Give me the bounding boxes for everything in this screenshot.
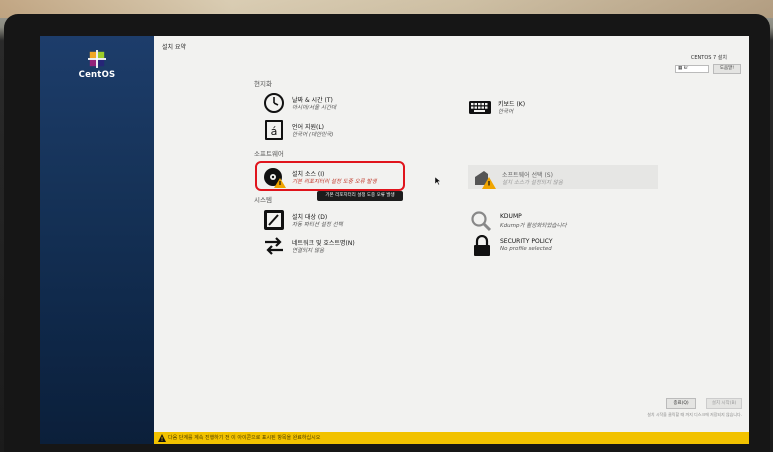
begin-installation-button[interactable]: 설치 시작(B)	[706, 398, 742, 409]
spoke-software-selection[interactable]: 소프트웨어 선택 (S) 설치 소스가 설정되지 않음	[472, 167, 652, 189]
warning-icon	[158, 434, 166, 442]
keyboard-layout-label: kr	[683, 66, 689, 71]
spoke-keyboard-status: 한국어	[498, 109, 514, 115]
lock-icon	[474, 235, 490, 256]
main-panel: 설치 요약 CENTOS 7 설치 ▦ kr 도움말! 현지화 날짜 & 시간 …	[154, 36, 749, 444]
sidebar: CentOS	[40, 36, 154, 444]
network-arrows-icon	[265, 237, 283, 255]
keyboard-icon	[469, 101, 491, 114]
spoke-kdump-title: KDUMP	[500, 213, 522, 220]
clock-icon	[264, 93, 284, 113]
centos-logo-text: CentOS	[78, 70, 116, 80]
product-title: CENTOS 7 설치	[690, 55, 727, 61]
spoke-installation-destination-status: 자동 파티션 설정 선택	[292, 222, 343, 228]
quit-button[interactable]: 종료(Q)	[666, 398, 696, 409]
spoke-datetime-status: 아시아/서울 시간대	[292, 105, 337, 111]
section-localization: 현지화	[254, 80, 272, 88]
help-button[interactable]: 도움말!	[713, 64, 741, 74]
warning-bar: 다음 단계를 계속 진행하기 전 이 아이콘으로 표시된 항목을 완료하십시오	[154, 432, 749, 444]
section-system: 시스템	[254, 196, 272, 204]
spoke-software-selection-status: 설치 소스가 설정되지 않음	[502, 180, 563, 186]
keyboard-layout-indicator[interactable]: ▦ kr	[675, 65, 709, 73]
spoke-security-policy[interactable]: SECURITY POLICY No profile selected	[470, 235, 650, 257]
spoke-language[interactable]: á 언어 지원(L) 한국어 (대한민국)	[262, 119, 442, 141]
section-software: 소프트웨어	[254, 150, 284, 158]
spoke-kdump-status: Kdump가 활성화되었습니다	[500, 223, 567, 229]
spoke-datetime[interactable]: 날짜 & 시간 (T) 아시아/서울 시간대	[262, 92, 442, 114]
spoke-network-hostname[interactable]: 네트워크 및 호스트명(N) 연결되지 않음	[262, 235, 462, 257]
keyboard-indicator-icon: ▦	[678, 66, 683, 71]
centos-logo-icon	[88, 50, 106, 68]
spoke-keyboard[interactable]: 키보드 (K) 한국어	[468, 96, 648, 118]
hub-title: 설치 요약	[162, 44, 186, 51]
mouse-pointer-icon	[435, 177, 441, 185]
svg-text:á: á	[271, 125, 278, 138]
disk-notice: 설치 시작을 클릭할 때 까지 디스크에 저장되지 않습니다.	[647, 412, 742, 417]
installer-screen: CentOS 설치 요약 CENTOS 7 설치 ▦ kr 도움말! 현지화 날…	[40, 36, 749, 444]
spoke-security-policy-title: SECURITY POLICY	[500, 238, 553, 245]
harddrive-icon	[264, 210, 284, 230]
search-icon	[471, 211, 492, 232]
spoke-language-status: 한국어 (대한민국)	[292, 132, 334, 138]
red-highlight-box	[255, 161, 405, 191]
package-warning-icon	[475, 171, 496, 189]
spoke-security-policy-status: No profile selected	[500, 246, 552, 252]
spoke-installation-destination[interactable]: 설치 대상 (D) 자동 파티션 설정 선택	[262, 209, 442, 231]
warning-message: 다음 단계를 계속 진행하기 전 이 아이콘으로 표시된 항목을 완료하십시오	[168, 435, 321, 441]
spoke-kdump[interactable]: KDUMP Kdump가 활성화되었습니다	[470, 210, 650, 232]
language-icon: á	[265, 120, 283, 140]
error-tooltip: 기본 리포지터리 설정 도중 오류 발생	[317, 191, 403, 201]
spoke-network-hostname-status: 연결되지 않음	[292, 248, 325, 254]
